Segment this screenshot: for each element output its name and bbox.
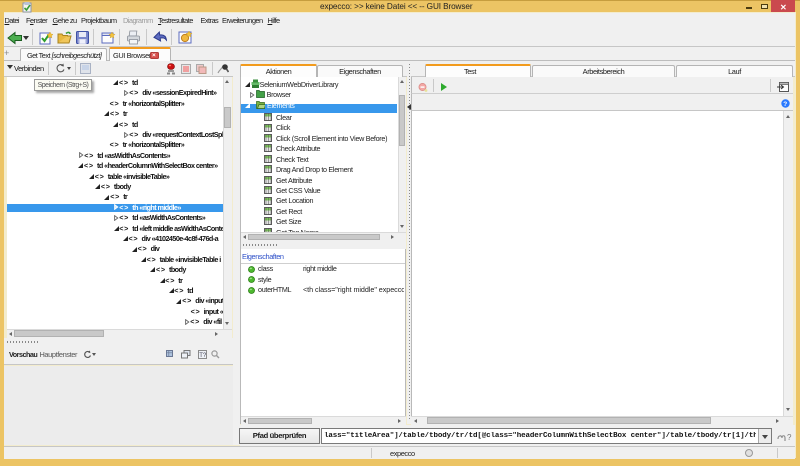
svg-text:?: ? xyxy=(783,101,787,108)
svg-text:?: ? xyxy=(787,433,792,442)
svg-text:T?: T? xyxy=(199,353,207,359)
